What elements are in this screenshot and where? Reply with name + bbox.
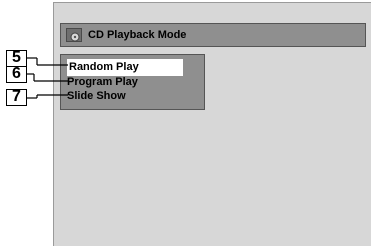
callout-6: 6 — [6, 66, 27, 83]
callout-7: 7 — [6, 89, 27, 106]
callout-leader-lines — [27, 57, 68, 99]
